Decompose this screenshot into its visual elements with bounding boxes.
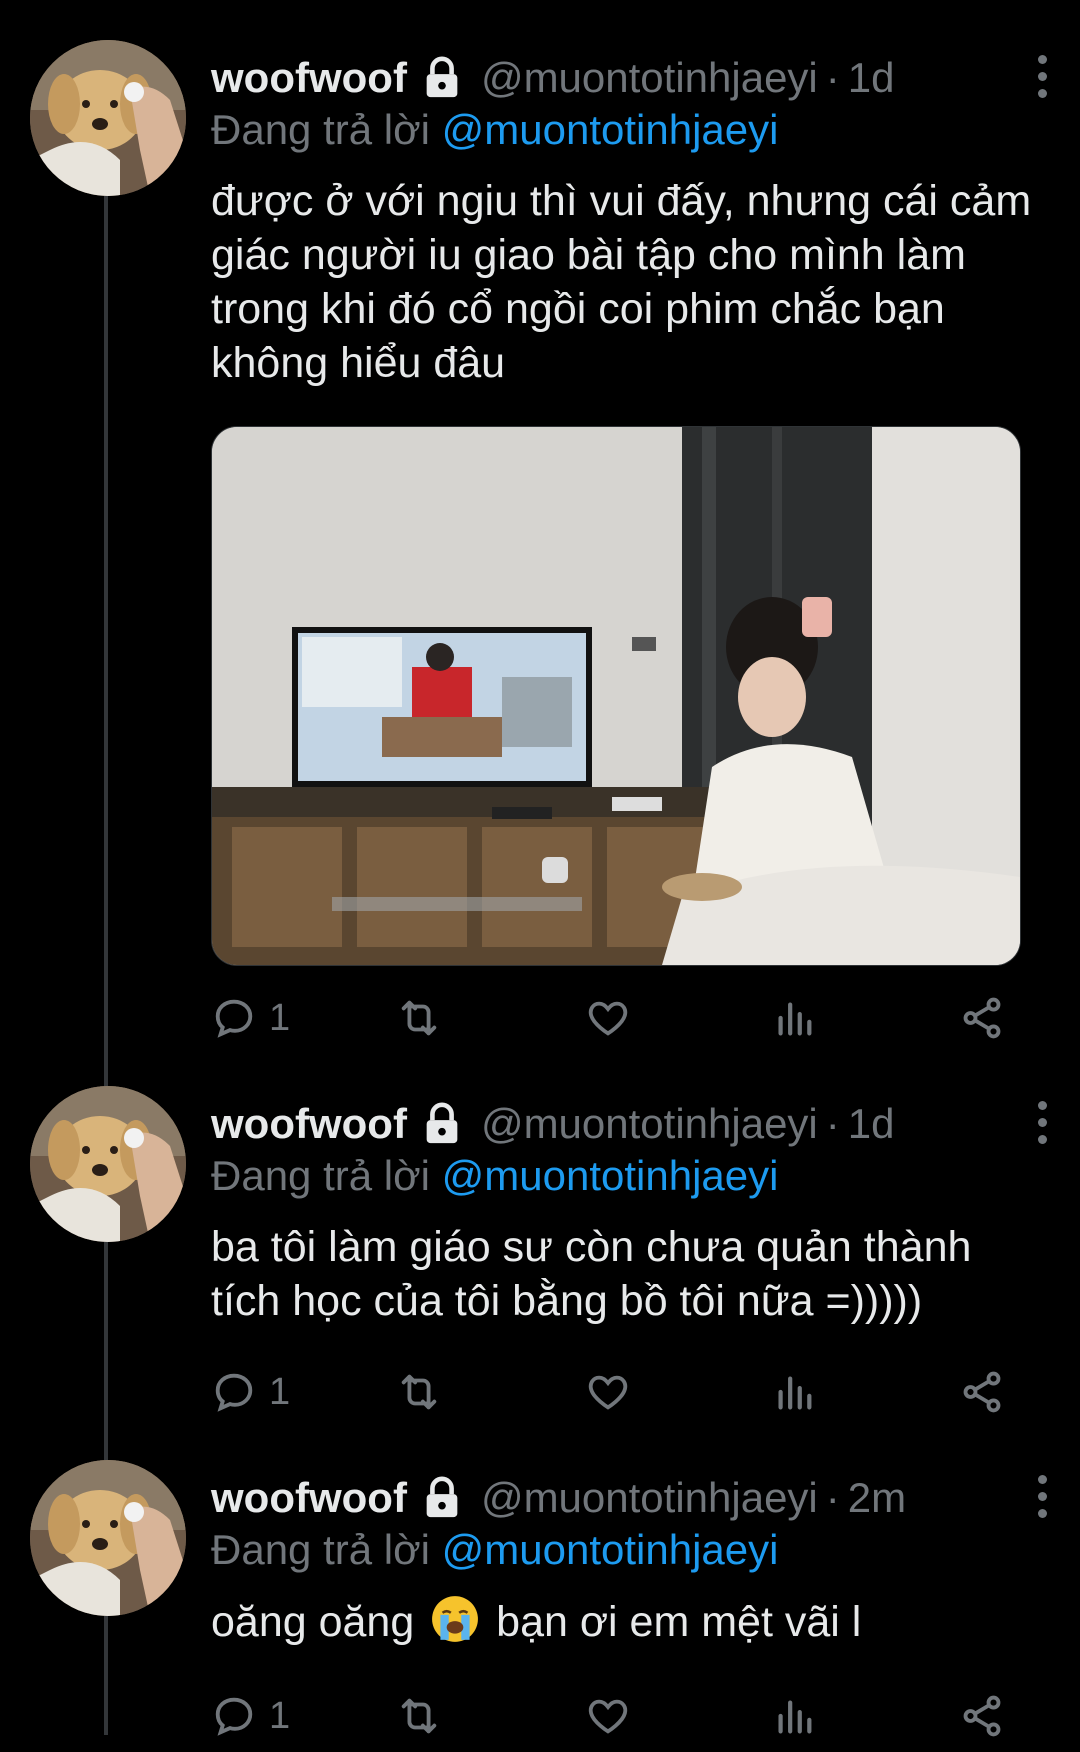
tweet[interactable]: woofwoof @muontotinhjaeyi · 1d Đang trả … (0, 40, 1080, 1040)
lock-icon (426, 1102, 458, 1144)
reply-count: 1 (269, 996, 291, 1039)
separator-dot: · (825, 1474, 840, 1521)
avatar[interactable] (30, 40, 186, 196)
replying-to: Đang trả lời @muontotinhjaeyi (211, 1526, 778, 1574)
tweet-header: woofwoof @muontotinhjaeyi · 1d (211, 50, 1041, 106)
separator-dot: · (825, 1100, 840, 1147)
reply-mention-link[interactable]: @muontotinhjaeyi (442, 1152, 779, 1199)
reply-mention-link[interactable]: @muontotinhjaeyi (442, 1526, 779, 1573)
retweet-button[interactable] (396, 1686, 442, 1746)
reply-count: 1 (269, 1370, 291, 1413)
views-icon (778, 1002, 812, 1036)
tweet[interactable]: woofwoof @muontotinhjaeyi · 1d Đang trả … (0, 1086, 1080, 1446)
display-name[interactable]: woofwoof (211, 54, 407, 102)
share-icon (963, 1371, 1001, 1413)
tweet-text-part: oăng oăng (211, 1598, 415, 1646)
reply-button[interactable]: 1 (211, 988, 290, 1048)
retweet-icon (401, 1374, 437, 1410)
user-handle[interactable]: @muontotinhjaeyi (481, 54, 818, 102)
like-button[interactable] (585, 988, 631, 1048)
tweet-text: ba tôi làm giáo sư còn chưa quản thành t… (211, 1223, 972, 1325)
user-handle[interactable]: @muontotinhjaeyi (481, 1100, 818, 1148)
more-icon[interactable] (1030, 48, 1054, 104)
like-icon (588, 1375, 628, 1410)
retweet-button[interactable] (396, 988, 442, 1048)
reply-mention-link[interactable]: @muontotinhjaeyi (442, 106, 779, 153)
tweet-actions: 1 (211, 988, 1011, 1048)
display-name[interactable]: woofwoof (211, 1474, 407, 1522)
replying-to-label: Đang trả lời (211, 1526, 430, 1573)
like-button[interactable] (585, 1362, 631, 1422)
share-button[interactable] (959, 1686, 1005, 1746)
share-icon (963, 997, 1001, 1039)
like-button[interactable] (585, 1686, 631, 1746)
more-icon[interactable] (1030, 1094, 1054, 1150)
reply-icon (215, 1373, 253, 1412)
timestamp[interactable]: 1d (848, 1100, 895, 1148)
reply-icon (215, 999, 253, 1038)
views-icon (778, 1376, 812, 1410)
lock-icon (426, 1476, 458, 1518)
reply-icon (215, 1697, 253, 1736)
tweet-header: woofwoof @muontotinhjaeyi · 1d (211, 1096, 1041, 1152)
tweet-text: oăng oăng bạn ơi em mệt vãi l (211, 1594, 1041, 1649)
reply-button[interactable]: 1 (211, 1686, 290, 1746)
tweet-actions: 1 (211, 1362, 1011, 1422)
views-icon (778, 1700, 812, 1734)
tweet-actions: 1 (211, 1686, 1011, 1746)
retweet-icon (401, 1000, 437, 1036)
retweet-button[interactable] (396, 1362, 442, 1422)
avatar[interactable] (30, 1460, 186, 1616)
lock-icon (426, 56, 458, 98)
share-icon (963, 1695, 1001, 1737)
views-button[interactable] (771, 1362, 817, 1422)
tweet[interactable]: woofwoof @muontotinhjaeyi · 2m Đang trả … (0, 1460, 1080, 1750)
replying-to-label: Đang trả lời (211, 1152, 430, 1199)
views-button[interactable] (771, 1686, 817, 1746)
replying-to: Đang trả lời @muontotinhjaeyi (211, 1152, 778, 1200)
like-icon (588, 1699, 628, 1734)
crying-face-emoji-icon (432, 1596, 479, 1642)
reply-button[interactable]: 1 (211, 1362, 290, 1422)
replying-to: Đang trả lời @muontotinhjaeyi (211, 106, 778, 154)
timestamp[interactable]: 1d (848, 54, 895, 102)
more-icon[interactable] (1030, 1468, 1054, 1524)
separator-dot: · (825, 54, 840, 101)
tweet-text: được ở với ngiu thì vui đấy, nhưng cái c… (211, 177, 1032, 387)
share-button[interactable] (959, 1362, 1005, 1422)
tweet-photo[interactable] (211, 426, 1021, 966)
reply-count: 1 (269, 1694, 291, 1737)
retweet-icon (401, 1698, 437, 1734)
display-name[interactable]: woofwoof (211, 1100, 407, 1148)
views-button[interactable] (771, 988, 817, 1048)
replying-to-label: Đang trả lời (211, 106, 430, 153)
share-button[interactable] (959, 988, 1005, 1048)
user-handle[interactable]: @muontotinhjaeyi (481, 1474, 818, 1522)
tweet-header: woofwoof @muontotinhjaeyi · 2m (211, 1470, 1041, 1526)
photo-tv-room (212, 427, 1020, 965)
timestamp[interactable]: 2m (848, 1474, 906, 1522)
avatar[interactable] (30, 1086, 186, 1242)
tweet-text-part: bạn ơi em mệt vãi l (496, 1598, 862, 1646)
like-icon (588, 1001, 628, 1036)
